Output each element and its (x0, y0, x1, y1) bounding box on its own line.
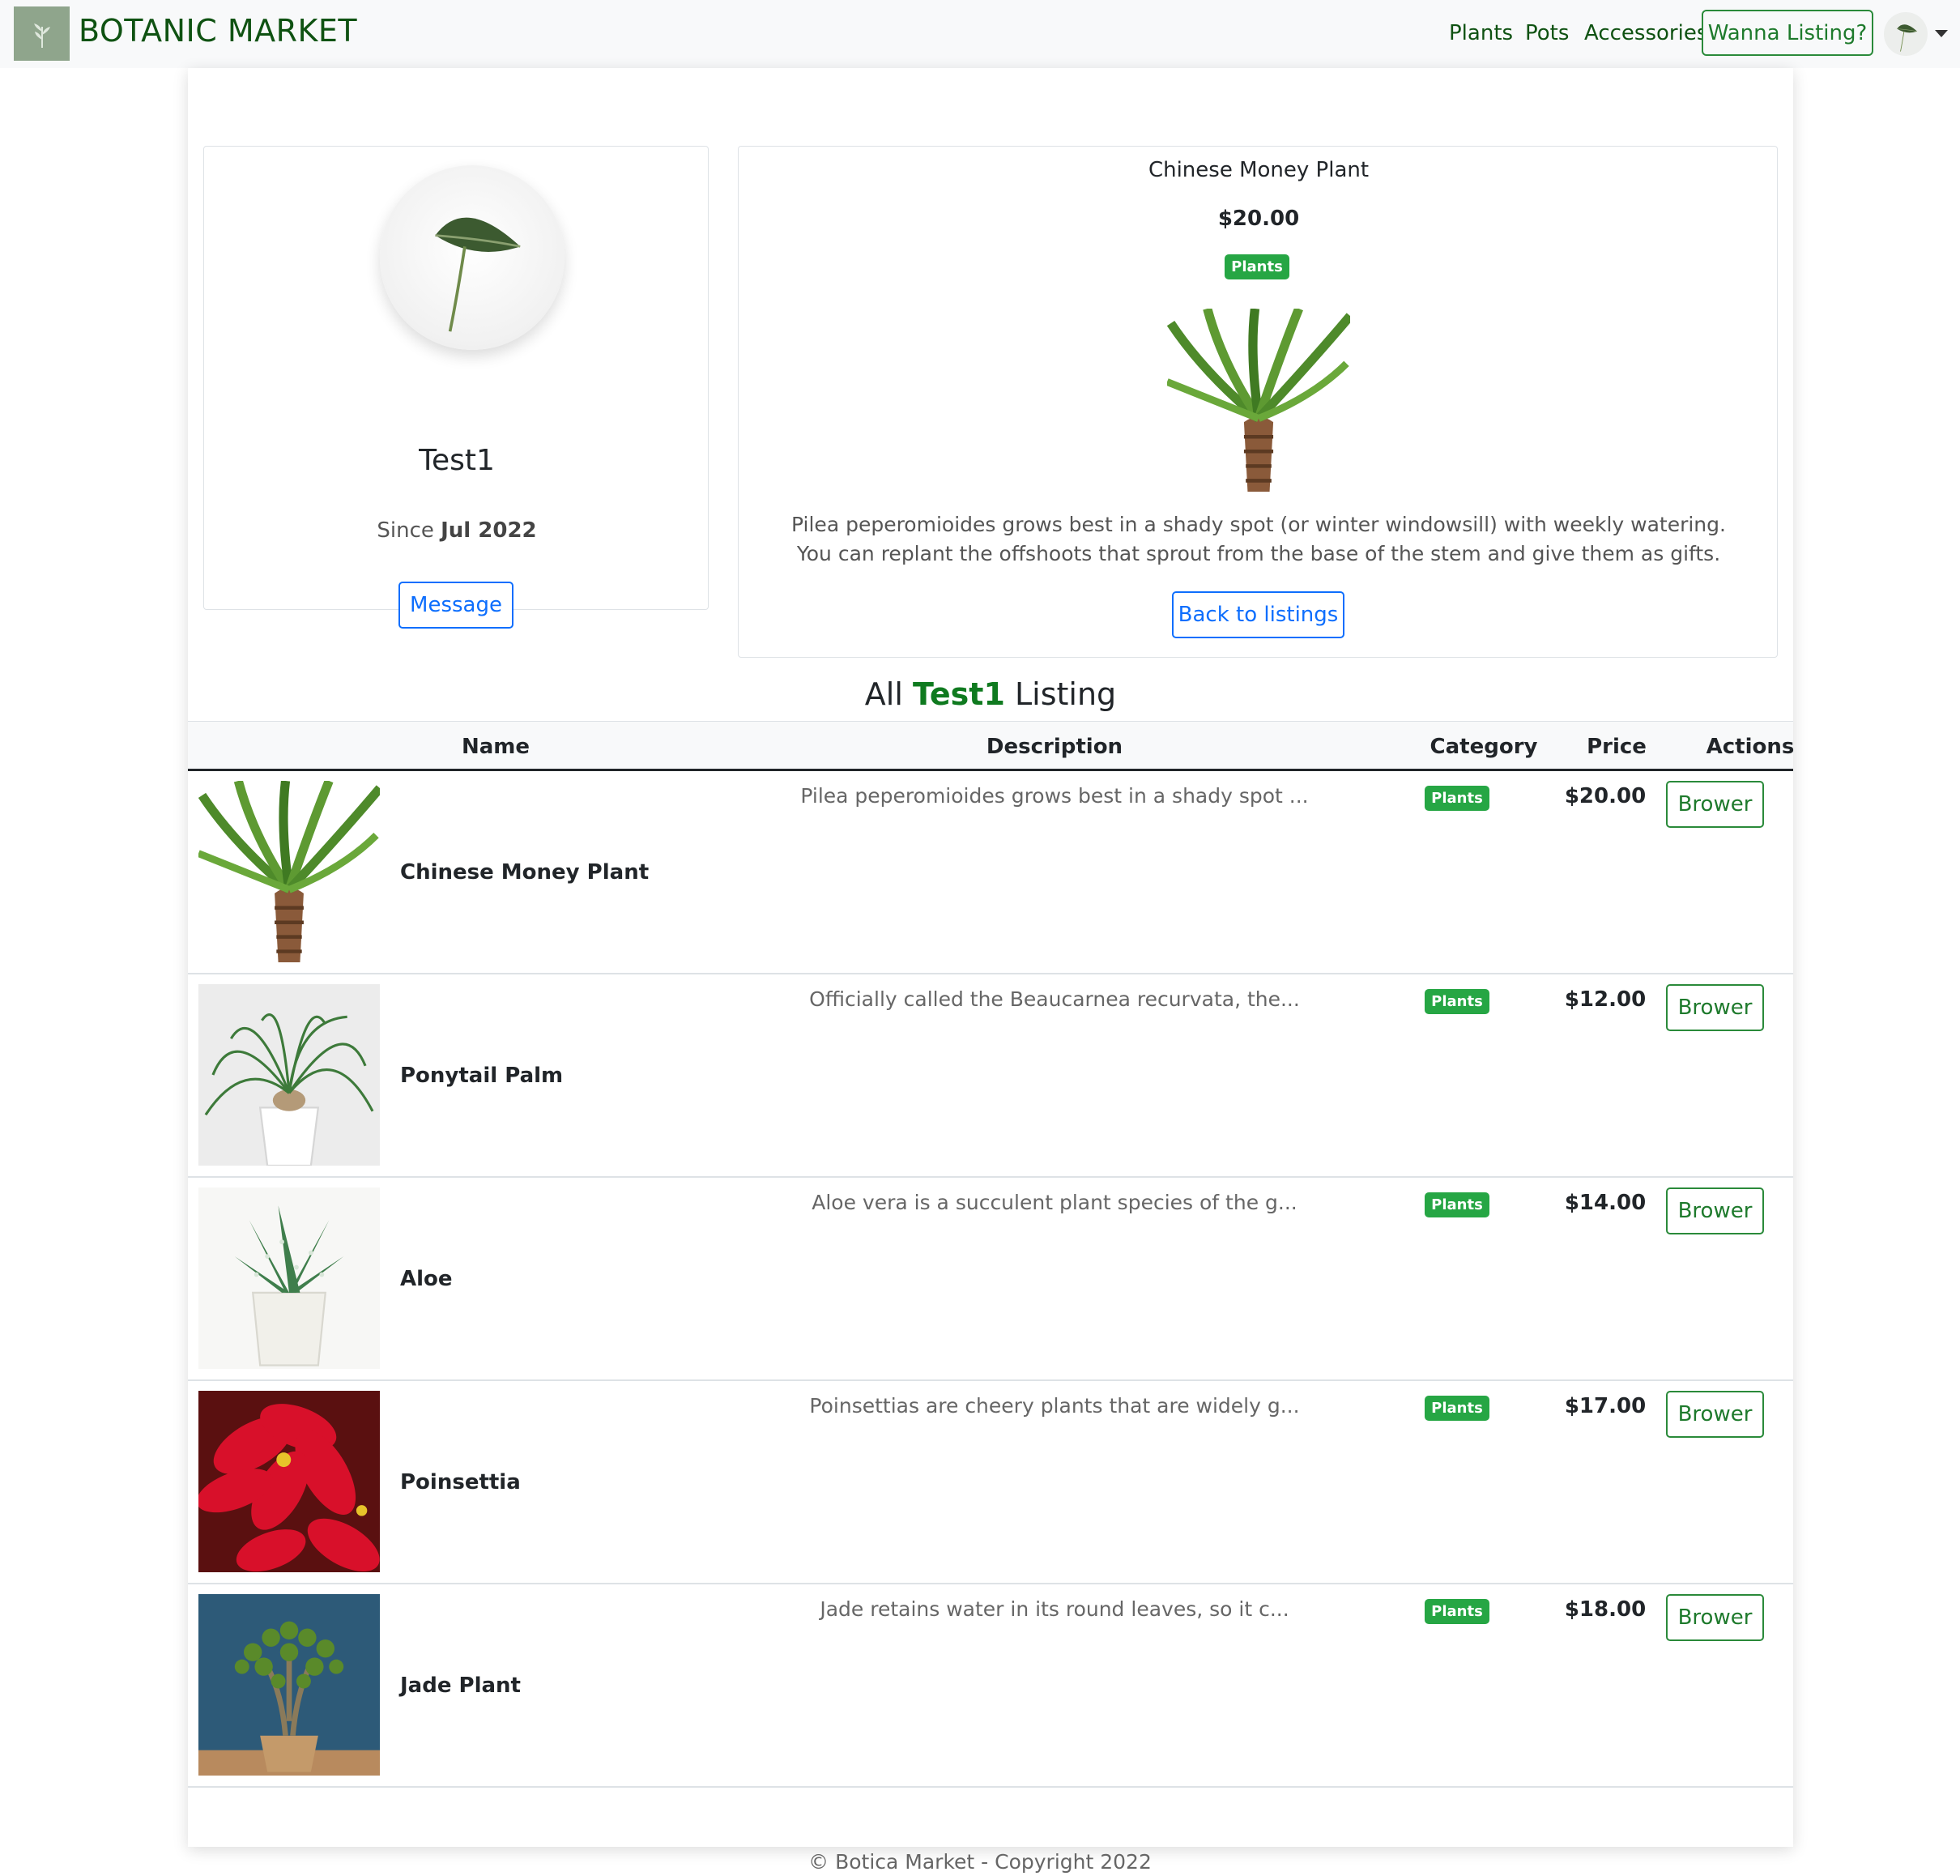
poinsettia-image (198, 1391, 380, 1572)
column-header-description: Description (986, 735, 1123, 759)
brower-button[interactable]: Brower (1666, 1391, 1764, 1438)
seller-avatar (380, 165, 565, 350)
sprout-icon (33, 23, 50, 48)
column-header-price: Price (1587, 735, 1647, 759)
detail-description: Pilea peperomioides grows best in a shad… (791, 513, 1726, 565)
brower-button[interactable]: Brower (1666, 781, 1764, 828)
member-since-date: Jul 2022 (441, 518, 537, 543)
detail-price: $20.00 (1217, 207, 1300, 231)
heading-suffix: Listing (1014, 676, 1117, 712)
row-description: Officially called the Beaucarnea recurva… (809, 987, 1300, 1011)
brower-button[interactable]: Brower (1666, 1594, 1764, 1641)
row-price: $20.00 (1564, 784, 1647, 808)
jade-plant-image (198, 1594, 380, 1776)
seller-name: Test1 (419, 444, 495, 477)
row-price: $17.00 (1564, 1394, 1647, 1418)
row-name: Chinese Money Plant (400, 860, 650, 885)
aloe-image (198, 1187, 380, 1369)
row-image (198, 781, 380, 962)
row-category-badge: Plants (1425, 1599, 1489, 1624)
row-description: Aloe vera is a succulent plant species o… (812, 1191, 1297, 1214)
row-image (198, 984, 380, 1166)
detail-title: Chinese Money Plant (1148, 158, 1370, 182)
nav-link-plants[interactable]: Plants (1449, 19, 1513, 47)
detail-category-badge: Plants (1225, 254, 1289, 279)
table-row: Jade Plant Jade retains water in its rou… (188, 1584, 1793, 1788)
member-since: Since Jul 2022 (204, 517, 709, 544)
row-description: Pilea peperomioides grows best in a shad… (800, 784, 1309, 808)
yucca-trunk-image (1167, 309, 1350, 492)
seller-profile-card: Test1 Since Jul 2022 Message (203, 146, 709, 629)
row-name: Jade Plant (400, 1673, 521, 1698)
row-image (198, 1391, 380, 1572)
brand-logo[interactable] (14, 6, 70, 61)
row-price: $14.00 (1564, 1191, 1647, 1215)
row-category-badge: Plants (1425, 1192, 1489, 1217)
column-header-actions: Actions (1706, 735, 1795, 759)
column-header-category: Category (1430, 735, 1538, 759)
row-category-badge: Plants (1425, 786, 1489, 811)
row-name: Aloe (400, 1267, 453, 1291)
heading-user: Test1 (913, 676, 1005, 712)
row-image (198, 1594, 380, 1776)
listing-table-header: Name Description Category Price Actions (188, 721, 1794, 771)
footer-copyright: © Botica Market - Copyright 2022 (808, 1850, 1152, 1874)
brand-name[interactable]: BOTANIC MARKET (79, 11, 357, 50)
yucca-trunk-image (198, 781, 380, 962)
nav-link-accessories[interactable]: Accessories (1584, 19, 1707, 47)
table-row: Chinese Money Plant Pilea peperomioides … (188, 771, 1793, 974)
column-header-name: Name (461, 735, 530, 759)
main-container: Test1 Since Jul 2022 Message Chinese Mon… (188, 68, 1794, 1847)
brower-button[interactable]: Brower (1666, 984, 1764, 1031)
row-category-badge: Plants (1425, 989, 1489, 1014)
wanna-listing-button[interactable]: Wanna Listing? (1702, 10, 1873, 56)
table-row: Aloe Aloe vera is a succulent plant spec… (188, 1178, 1793, 1381)
row-price: $12.00 (1564, 987, 1647, 1012)
table-row: Ponytail Palm Officially called the Beau… (188, 974, 1793, 1178)
row-description: Poinsettias are cheery plants that are w… (809, 1394, 1300, 1418)
nav-link-pots[interactable]: Pots (1525, 19, 1569, 47)
row-price: $18.00 (1564, 1597, 1647, 1622)
user-avatar[interactable] (1884, 12, 1928, 56)
heading-prefix: All (864, 676, 903, 712)
listing-detail-card: Chinese Money Plant $20.00 Plants Pilea … (738, 146, 1778, 658)
row-name: Poinsettia (400, 1470, 521, 1494)
row-category-badge: Plants (1425, 1396, 1489, 1421)
detail-image (1167, 309, 1350, 492)
back-to-listings-button[interactable]: Back to listings (1172, 591, 1344, 638)
leaf-avatar-image (380, 165, 565, 350)
row-description: Jade retains water in its round leaves, … (820, 1597, 1289, 1621)
navbar: BOTANIC MARKET Plants Pots Accessories W… (0, 0, 1960, 68)
chevron-down-icon[interactable] (1935, 30, 1948, 37)
leaf-avatar-image (1884, 12, 1928, 56)
member-since-label: Since (377, 518, 434, 543)
row-name: Ponytail Palm (400, 1064, 564, 1088)
brower-button[interactable]: Brower (1666, 1187, 1764, 1234)
table-row: Poinsettia Poinsettias are cheery plants… (188, 1381, 1793, 1584)
row-image (198, 1187, 380, 1369)
ponytail-palm-image (198, 984, 380, 1166)
listing-heading: All Test1 Listing (188, 674, 1793, 714)
message-button[interactable]: Message (398, 582, 513, 629)
